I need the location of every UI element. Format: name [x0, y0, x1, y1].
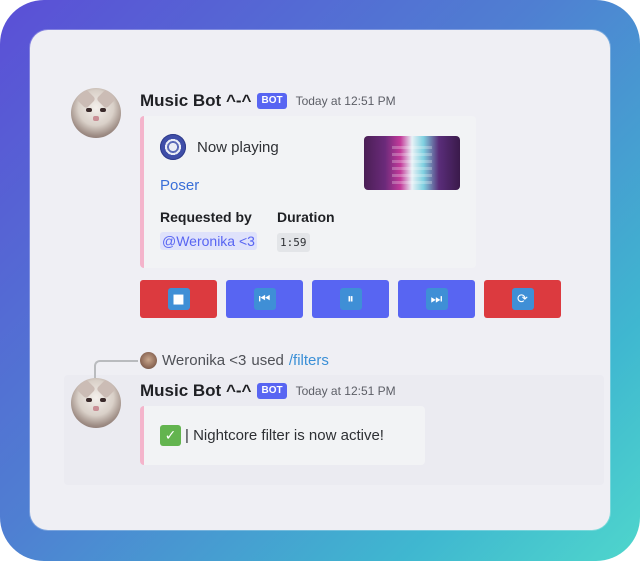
- message-timestamp: Today at 12:51 PM: [295, 94, 396, 108]
- pokeball-icon: [160, 134, 186, 160]
- author-name[interactable]: Music Bot ^-^: [140, 381, 251, 401]
- avatar-eye: [100, 398, 106, 402]
- slash-command[interactable]: /filters: [289, 352, 329, 369]
- filter-embed: ✓ | Nightcore filter is now active!: [140, 406, 425, 465]
- next-icon: ⏭: [425, 288, 448, 310]
- avatar-ear: [76, 89, 96, 109]
- duration-label: Duration: [277, 209, 335, 225]
- requested-by-label: Requested by: [160, 209, 252, 225]
- avatar-eye: [86, 108, 92, 112]
- filter-message: | Nightcore filter is now active!: [185, 427, 384, 444]
- previous-icon: ⏮: [253, 288, 276, 310]
- song-link[interactable]: Poser: [160, 177, 199, 194]
- loop-icon: ⟳: [511, 288, 534, 310]
- reply-verb: used: [251, 352, 284, 369]
- filter-status: ✓ | Nightcore filter is now active!: [160, 425, 384, 446]
- author-name[interactable]: Music Bot ^-^: [140, 91, 251, 111]
- check-icon: ✓: [160, 425, 181, 446]
- avatar-nose: [93, 406, 99, 411]
- album-thumbnail[interactable]: [364, 136, 460, 190]
- stop-icon: ■: [167, 288, 190, 310]
- reply-reference[interactable]: Weronika <3 used /filters: [140, 352, 329, 369]
- duration-value: 1:59: [277, 233, 310, 252]
- avatar-ear: [96, 89, 116, 109]
- user-mention[interactable]: @Weronika <3: [160, 232, 257, 250]
- avatar-eye: [100, 108, 106, 112]
- message-timestamp: Today at 12:51 PM: [295, 384, 396, 398]
- avatar-eye: [86, 398, 92, 402]
- bot-avatar[interactable]: [71, 88, 121, 138]
- avatar-nose: [93, 116, 99, 121]
- pause-button[interactable]: ⏸: [312, 280, 389, 318]
- playback-controls: ■ ⏮ ⏸ ⏭ ⟳: [140, 280, 570, 318]
- previous-button[interactable]: ⏮: [226, 280, 303, 318]
- reply-connector: [94, 360, 138, 378]
- chat-panel: Music Bot ^-^ BOT Today at 12:51 PM Now …: [30, 30, 610, 530]
- message-header: Music Bot ^-^ BOT Today at 12:51 PM: [140, 91, 396, 111]
- pause-icon: ⏸: [339, 288, 362, 310]
- bot-badge: BOT: [257, 93, 287, 109]
- bot-avatar[interactable]: [71, 378, 121, 428]
- message-header: Music Bot ^-^ BOT Today at 12:51 PM: [140, 381, 396, 401]
- bot-badge: BOT: [257, 383, 287, 399]
- now-playing-embed: Now playing Poser Requested by Duration …: [140, 116, 476, 268]
- reply-user: Weronika <3: [162, 352, 247, 369]
- embed-title-row: Now playing: [160, 134, 279, 160]
- embed-title: Now playing: [197, 138, 279, 156]
- thumbnail-art: [392, 142, 432, 184]
- next-button[interactable]: ⏭: [398, 280, 475, 318]
- user-avatar: [140, 352, 157, 369]
- stop-button[interactable]: ■: [140, 280, 217, 318]
- loop-button[interactable]: ⟳: [484, 280, 561, 318]
